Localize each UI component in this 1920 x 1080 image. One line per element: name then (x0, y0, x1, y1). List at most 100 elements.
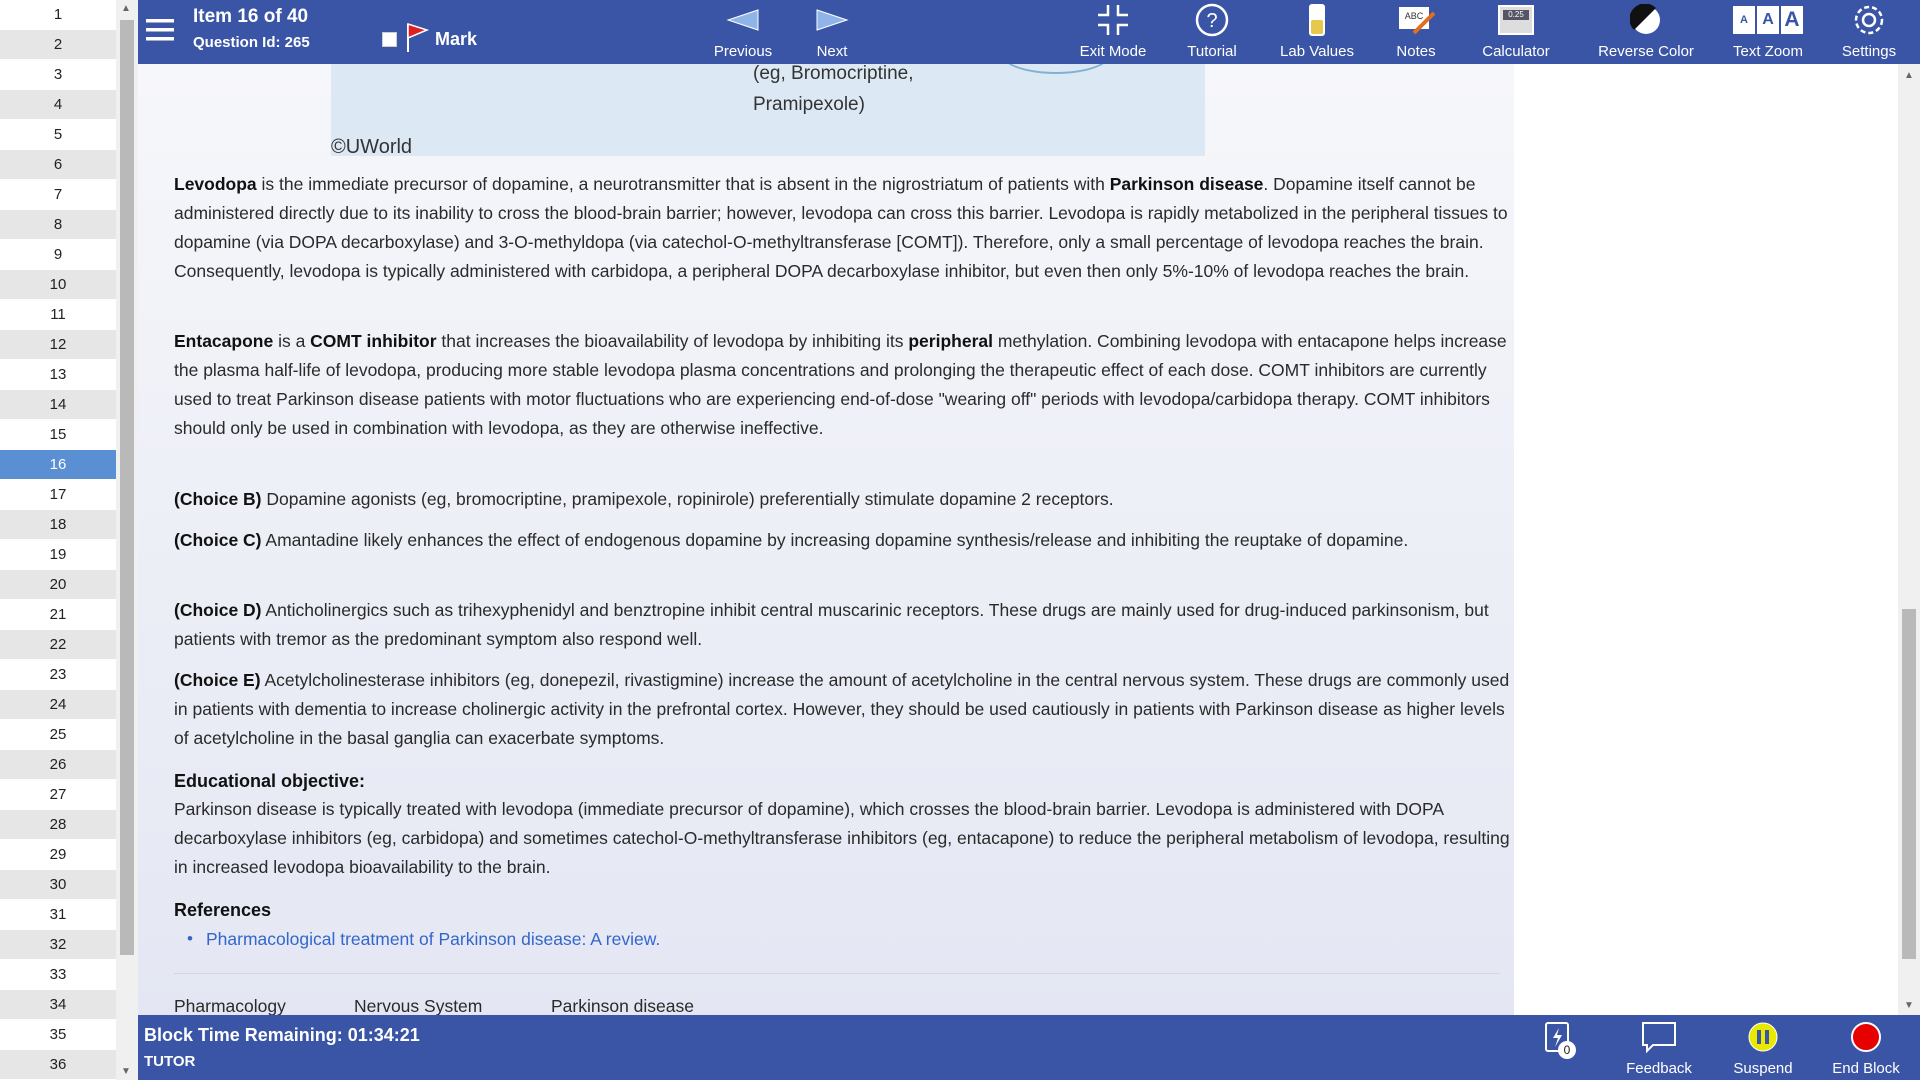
notes-label: Notes (1396, 43, 1436, 60)
question-list-item[interactable]: 15 (0, 420, 116, 450)
question-list-item[interactable]: 28 (0, 810, 116, 840)
question-list-item[interactable]: 20 (0, 570, 116, 600)
term-levodopa: Levodopa (174, 174, 257, 194)
feedback-label: Feedback (1626, 1060, 1692, 1077)
question-list-item[interactable]: 11 (0, 300, 116, 330)
question-list-item[interactable]: 10 (0, 270, 116, 300)
figure-oval-shape (1001, 64, 1111, 74)
mark-label: Mark (435, 29, 478, 49)
previous-button[interactable]: Previous (698, 0, 788, 64)
question-list-item[interactable]: 16 (0, 450, 116, 480)
question-list-item[interactable]: 30 (0, 870, 116, 900)
scroll-down-arrow-icon[interactable]: ▼ (121, 1066, 131, 1077)
question-list-item[interactable]: 14 (0, 390, 116, 420)
previous-arrow-icon (698, 0, 788, 40)
next-button[interactable]: Next (792, 0, 872, 64)
scroll-up-arrow-icon[interactable]: ▲ (1904, 70, 1914, 81)
tag-system: Nervous System (354, 996, 483, 1015)
reverse-color-icon (1574, 0, 1718, 40)
settings-button[interactable]: Settings (1824, 0, 1914, 64)
educational-objective-text: Parkinson disease is typically treated w… (174, 799, 1510, 877)
text-zoom-button[interactable]: A A A Text Zoom (1718, 0, 1818, 64)
svg-text:ABC: ABC (1405, 11, 1424, 21)
tutorial-button[interactable]: ? Tutorial (1172, 0, 1252, 64)
calculator-label: Calculator (1482, 43, 1550, 60)
question-list-item[interactable]: 12 (0, 330, 116, 360)
copyright-label: ©UWorld (331, 136, 413, 158)
question-list-item[interactable]: 32 (0, 930, 116, 960)
explanation-figure: (eg, Bromocriptine, Pramipexole) (331, 64, 1205, 156)
reverse-color-button[interactable]: Reverse Color (1574, 0, 1718, 64)
exit-mode-icon (1070, 0, 1156, 40)
question-list-item[interactable]: 34 (0, 990, 116, 1020)
question-list-item[interactable]: 5 (0, 120, 116, 150)
question-list-item[interactable]: 24 (0, 690, 116, 720)
question-list-item[interactable]: 1 (0, 0, 116, 30)
flag-icon (405, 22, 430, 57)
help-icon: ? (1172, 0, 1252, 40)
p2-text-1: is a (273, 331, 311, 351)
question-list-item[interactable]: 19 (0, 540, 116, 570)
next-label: Next (816, 43, 848, 60)
question-list-item[interactable]: 2 (0, 30, 116, 60)
exit-mode-button[interactable]: Exit Mode (1070, 0, 1156, 64)
question-list-item[interactable]: 18 (0, 510, 116, 540)
end-block-button[interactable]: End Block (1818, 1015, 1914, 1080)
term-parkinson: Parkinson disease (1109, 174, 1264, 194)
question-list-item[interactable]: 35 (0, 1020, 116, 1050)
question-list-item[interactable]: 4 (0, 90, 116, 120)
question-list-item[interactable]: 25 (0, 720, 116, 750)
choice-c: (Choice C) Amantadine likely enhances th… (174, 526, 1514, 555)
suspend-button[interactable]: Suspend (1720, 1015, 1806, 1080)
flashcard-button[interactable]: 0 (1532, 1015, 1582, 1080)
question-list-item[interactable]: 23 (0, 660, 116, 690)
scroll-down-arrow-icon[interactable]: ▼ (1904, 1000, 1914, 1011)
question-list-item[interactable]: 17 (0, 480, 116, 510)
question-list-item[interactable]: 13 (0, 360, 116, 390)
question-list-item[interactable]: 21 (0, 600, 116, 630)
question-list-item[interactable]: 3 (0, 60, 116, 90)
question-list-scrollbar[interactable]: ▲ ▼ (116, 0, 138, 1080)
question-list-item[interactable]: 29 (0, 840, 116, 870)
term-peripheral: peripheral (908, 331, 993, 351)
text-zoom-label: Text Zoom (1732, 43, 1804, 60)
question-list-item[interactable]: 9 (0, 240, 116, 270)
question-list-item[interactable]: 26 (0, 750, 116, 780)
reference-link[interactable]: Pharmacological treatment of Parkinson d… (206, 929, 660, 950)
previous-label: Previous (713, 43, 773, 60)
question-list-item[interactable]: 7 (0, 180, 116, 210)
term-entacapone: Entacapone (174, 331, 274, 351)
lab-values-button[interactable]: Lab Values (1262, 0, 1372, 64)
question-list-item[interactable]: 36 (0, 1050, 116, 1080)
question-list-item[interactable]: 8 (0, 210, 116, 240)
question-list-item[interactable]: 31 (0, 900, 116, 930)
mark-checkbox[interactable] (382, 32, 397, 47)
scroll-up-arrow-icon[interactable]: ▲ (121, 3, 131, 14)
figure-line-1: (eg, Bromocriptine, (753, 64, 914, 84)
content-scrollbar-thumb[interactable] (1902, 609, 1916, 959)
text-zoom-icon: A A A (1718, 0, 1818, 40)
lab-values-label: Lab Values (1280, 43, 1354, 60)
question-list: 1 2 3 4 5 6 7 8 9 10 11 12 13 14 15 16 17 18 19 20 21 22 23 24 2… (0, 0, 138, 1080)
figure-caption: (eg, Bromocriptine, Pramipexole) (753, 64, 914, 120)
item-info: Item 16 of 40 Question Id: 265 (193, 6, 310, 51)
speech-bubble-icon (1614, 1015, 1704, 1059)
end-block-label: End Block (1832, 1060, 1900, 1077)
question-list-item[interactable]: 33 (0, 960, 116, 990)
bottom-toolbar: Block Time Remaining: 01:34:21 TUTOR 0 F… (138, 1015, 1920, 1080)
question-list-item[interactable]: 27 (0, 780, 116, 810)
bullet-icon: • (187, 929, 193, 948)
question-list-item[interactable]: 6 (0, 150, 116, 180)
paragraph-levodopa: Levodopa is the immediate precursor of d… (174, 170, 1514, 286)
mark-control[interactable]: Mark (382, 22, 477, 57)
explanation-panel: (eg, Bromocriptine, Pramipexole) ©UWorld… (138, 64, 1898, 1015)
menu-icon[interactable] (146, 18, 174, 47)
reverse-color-label: Reverse Color (1598, 43, 1694, 60)
notes-button[interactable]: ABC Notes (1376, 0, 1456, 64)
feedback-button[interactable]: Feedback (1614, 1015, 1704, 1080)
calculator-button[interactable]: 0.25 Calculator (1466, 0, 1566, 64)
scrollbar-thumb[interactable] (120, 20, 134, 955)
content-scrollbar[interactable]: ▲ ▼ (1898, 64, 1920, 1015)
exit-mode-label: Exit Mode (1079, 43, 1147, 60)
question-list-item[interactable]: 22 (0, 630, 116, 660)
